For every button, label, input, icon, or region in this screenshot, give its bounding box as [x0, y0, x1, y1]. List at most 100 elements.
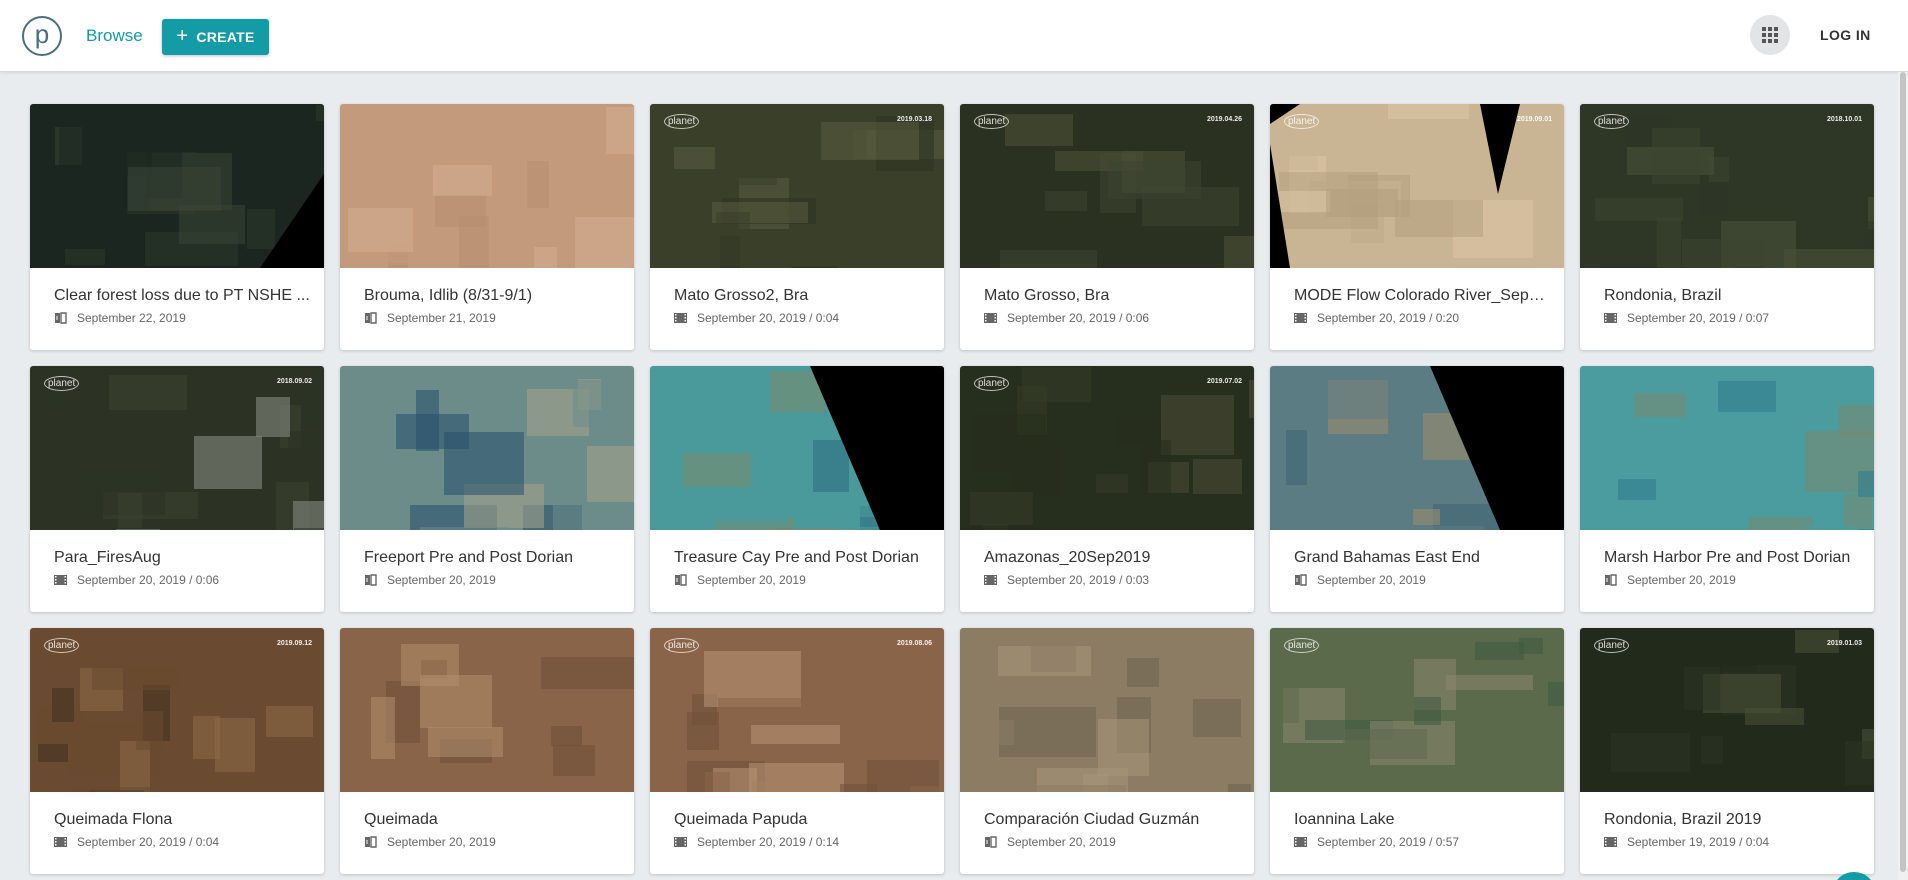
image-date-stamp: 2018.10.01 — [1826, 116, 1862, 123]
story-card[interactable]: planet 2019.04.26 Mato Grosso, Bra Septe… — [960, 104, 1254, 350]
login-button[interactable]: LOG IN — [1820, 27, 1871, 43]
card-title[interactable]: Mato Grosso2, Bra — [674, 287, 930, 305]
card-meta: September 20, 2019 / 0:57 — [1294, 835, 1459, 849]
story-icon — [364, 574, 377, 586]
video-icon — [984, 574, 997, 586]
page-scrollbar[interactable] — [1898, 72, 1908, 880]
card-thumbnail-image[interactable] — [960, 628, 1254, 792]
card-title[interactable]: Marsh Harbor Pre and Post Dorian — [1604, 549, 1860, 567]
card-meta: September 20, 2019 — [1604, 573, 1736, 587]
card-meta: September 20, 2019 / 0:03 — [984, 573, 1149, 587]
story-card[interactable]: Freeport Pre and Post Dorian September 2… — [340, 366, 634, 612]
video-icon — [674, 312, 687, 324]
card-thumbnail-image[interactable] — [340, 366, 634, 530]
card-thumbnail-image[interactable]: planet 2018.10.01 — [1580, 104, 1874, 268]
card-thumbnail-image[interactable]: planet 2019.09.12 — [30, 628, 324, 792]
card-title[interactable]: Treasure Cay Pre and Post Dorian — [674, 549, 930, 567]
apps-grid-icon[interactable] — [1750, 15, 1790, 55]
watermark-logo: planet — [664, 638, 700, 653]
card-meta: September 19, 2019 / 0:04 — [1604, 835, 1769, 849]
story-icon — [1604, 574, 1617, 586]
card-date: September 20, 2019 — [1627, 573, 1736, 587]
story-card[interactable]: planet 2019.08.06 Queimada Papuda Septem… — [650, 628, 944, 874]
create-label: CREATE — [196, 29, 255, 45]
card-title[interactable]: Brouma, Idlib (8/31-9/1) — [364, 287, 620, 305]
card-thumbnail-image[interactable]: planet 2019.03.18 — [650, 104, 944, 268]
card-thumbnail-image[interactable]: planet 2018.09.02 — [30, 366, 324, 530]
planet-logo[interactable]: p — [22, 16, 62, 56]
card-title[interactable]: Mato Grosso, Bra — [984, 287, 1240, 305]
card-meta: September 21, 2019 — [364, 311, 496, 325]
story-card[interactable]: Comparación Ciudad Guzmán September 20, … — [960, 628, 1254, 874]
story-card[interactable]: planet 2019.09.01 MODE Flow Colorado Riv… — [1270, 104, 1564, 350]
card-thumbnail-image[interactable] — [1270, 366, 1564, 530]
card-meta: September 20, 2019 / 0:07 — [1604, 311, 1769, 325]
card-date: September 21, 2019 — [387, 311, 496, 325]
card-meta: September 20, 2019 / 0:20 — [1294, 311, 1459, 325]
watermark-logo: planet — [1284, 114, 1320, 129]
story-icon — [984, 836, 997, 848]
card-thumbnail-image[interactable]: planet 2019.01.03 — [1580, 628, 1874, 792]
card-title[interactable]: MODE Flow Colorado River_Sep_... — [1294, 287, 1550, 305]
story-card[interactable]: planet 2018.10.01 Rondonia, Brazil Septe… — [1580, 104, 1874, 350]
image-date-stamp: 2019.09.01 — [1516, 116, 1552, 123]
story-card[interactable]: Brouma, Idlib (8/31-9/1) September 21, 2… — [340, 104, 634, 350]
card-date: September 20, 2019 — [697, 573, 806, 587]
card-date: September 20, 2019 — [1007, 835, 1116, 849]
card-title[interactable]: Queimada — [364, 811, 620, 829]
top-navigation-bar: p Browse + CREATE LOG IN — [0, 0, 1908, 72]
card-title[interactable]: Clear forest loss due to PT NSHE ... — [54, 287, 310, 305]
browse-link[interactable]: Browse — [86, 26, 143, 46]
story-card[interactable]: planet 2019.03.18 Mato Grosso2, Bra Sept… — [650, 104, 944, 350]
story-card[interactable]: planet Ioannina Lake September 20, 2019 … — [1270, 628, 1564, 874]
card-title[interactable]: Queimada Flona — [54, 811, 310, 829]
card-title[interactable]: Queimada Papuda — [674, 811, 930, 829]
card-title[interactable]: Rondonia, Brazil 2019 — [1604, 811, 1860, 829]
card-date: September 20, 2019 / 0:06 — [1007, 311, 1150, 325]
story-card[interactable]: Treasure Cay Pre and Post Dorian Septemb… — [650, 366, 944, 612]
story-card[interactable]: planet 2019.07.02 Amazonas_20Sep2019 Sep… — [960, 366, 1254, 612]
card-meta: September 20, 2019 / 0:04 — [674, 311, 839, 325]
story-card[interactable]: Grand Bahamas East End September 20, 201… — [1270, 366, 1564, 612]
card-title[interactable]: Ioannina Lake — [1294, 811, 1550, 829]
card-meta: September 20, 2019 / 0:04 — [54, 835, 219, 849]
video-icon — [54, 836, 67, 848]
video-icon — [1294, 312, 1307, 324]
card-title[interactable]: Para_FiresAug — [54, 549, 310, 567]
card-date: September 20, 2019 / 0:04 — [697, 311, 840, 325]
card-thumbnail-image[interactable]: planet 2019.09.01 — [1270, 104, 1564, 268]
card-meta: September 20, 2019 / 0:06 — [984, 311, 1149, 325]
card-thumbnail-image[interactable] — [340, 628, 634, 792]
image-date-stamp: 2018.09.02 — [276, 378, 312, 385]
scrollbar-thumb[interactable] — [1900, 72, 1906, 872]
card-title[interactable]: Amazonas_20Sep2019 — [984, 549, 1240, 567]
story-card[interactable]: Marsh Harbor Pre and Post Dorian Septemb… — [1580, 366, 1874, 612]
watermark-logo: planet — [1594, 114, 1630, 129]
card-thumbnail-image[interactable]: planet 2019.07.02 — [960, 366, 1254, 530]
story-card[interactable]: planet 2019.09.12 Queimada Flona Septemb… — [30, 628, 324, 874]
image-date-stamp: 2019.08.06 — [896, 640, 932, 647]
card-title[interactable]: Rondonia, Brazil — [1604, 287, 1860, 305]
story-card[interactable]: Clear forest loss due to PT NSHE ... Sep… — [30, 104, 324, 350]
card-thumbnail-image[interactable]: planet — [1270, 628, 1564, 792]
card-thumbnail-image[interactable] — [1580, 366, 1874, 530]
watermark-logo: planet — [1594, 638, 1630, 653]
story-icon — [364, 836, 377, 848]
card-thumbnail-image[interactable] — [340, 104, 634, 268]
plus-icon: + — [176, 25, 189, 47]
story-card[interactable]: planet 2018.09.02 Para_FiresAug Septembe… — [30, 366, 324, 612]
card-thumbnail-image[interactable] — [650, 366, 944, 530]
card-title[interactable]: Comparación Ciudad Guzmán — [984, 811, 1240, 829]
card-meta: September 20, 2019 — [674, 573, 806, 587]
card-thumbnail-image[interactable]: planet 2019.08.06 — [650, 628, 944, 792]
create-button[interactable]: + CREATE — [162, 19, 269, 55]
card-title[interactable]: Grand Bahamas East End — [1294, 549, 1550, 567]
video-icon — [674, 836, 687, 848]
card-thumbnail-image[interactable]: planet 2019.04.26 — [960, 104, 1254, 268]
watermark-logo: planet — [974, 114, 1010, 129]
story-card[interactable]: Queimada September 20, 2019 — [340, 628, 634, 874]
card-thumbnail-image[interactable] — [30, 104, 324, 268]
card-title[interactable]: Freeport Pre and Post Dorian — [364, 549, 620, 567]
card-meta: September 22, 2019 — [54, 311, 186, 325]
story-card[interactable]: planet 2019.01.03 Rondonia, Brazil 2019 … — [1580, 628, 1874, 874]
